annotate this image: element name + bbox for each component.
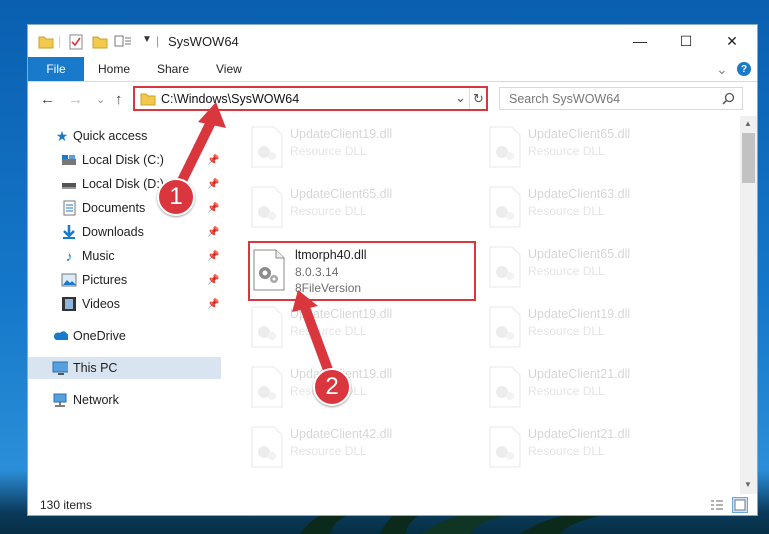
callout-badge-1: 1 — [157, 178, 195, 216]
annotation-arrows — [170, 102, 336, 383]
callout-badge-2: 2 — [313, 368, 351, 406]
